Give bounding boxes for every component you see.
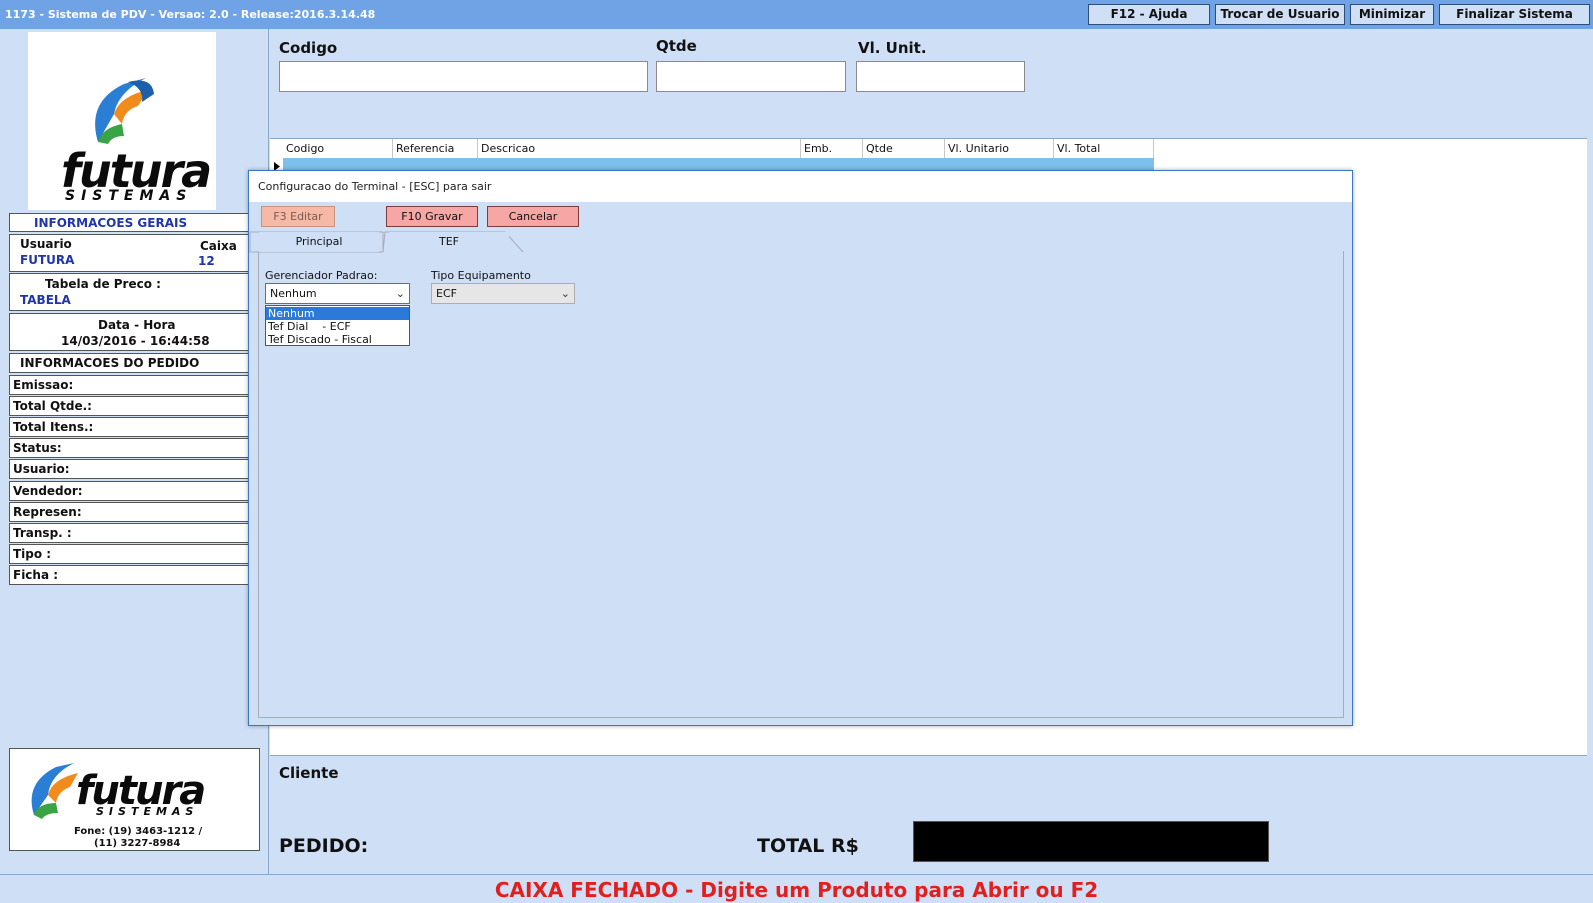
gerenciador-label: Gerenciador Padrao: — [265, 269, 378, 282]
total-display — [913, 821, 1269, 862]
pdv-window: 1173 - Sistema de PDV - Versao: 2.0 - Re… — [0, 0, 1593, 903]
terminal-config-dialog: Configuracao do Terminal - [ESC] para sa… — [248, 170, 1353, 726]
grid-col-vl-total[interactable]: Vl. Total — [1054, 139, 1154, 158]
total-label: TOTAL R$ — [757, 835, 859, 857]
general-info-header: INFORMACOES GERAIS — [9, 213, 249, 232]
grid-col-vl-unitario[interactable]: Vl. Unitario — [945, 139, 1054, 158]
tab-principal[interactable]: Principal — [259, 232, 379, 252]
tef-tab-panel — [258, 251, 1344, 718]
order-row-usuario: Usuario: — [9, 459, 249, 479]
order-row-total-qtde: Total Qtde.: — [9, 396, 249, 416]
grid-col-referencia[interactable]: Referencia — [393, 139, 478, 158]
grid-col-codigo[interactable]: Codigo — [283, 139, 393, 158]
cancel-button[interactable]: Cancelar — [487, 206, 579, 227]
order-info-header: INFORMACOES DO PEDIDO — [9, 353, 249, 373]
status-bar: CAIXA FECHADO - Digite um Produto para A… — [0, 874, 1593, 903]
pedido-label: PEDIDO: — [279, 835, 369, 857]
order-row-label: Status: — [13, 441, 62, 455]
datetime-value: 14/03/2016 - 16:44:58 — [61, 334, 210, 348]
help-button[interactable]: F12 - Ajuda — [1088, 4, 1210, 25]
order-row-ficha: Ficha : — [9, 565, 249, 585]
footer-logo: futura SISTEMAS Fone: (19) 3463-1212 / (… — [9, 748, 260, 851]
company-logo: futura SISTEMAS — [28, 32, 216, 210]
order-info-title: INFORMACOES DO PEDIDO — [20, 356, 200, 370]
option-tef-dial[interactable]: Tef Dial - ECF — [266, 320, 409, 333]
order-row-emissao: Emissao: — [9, 375, 249, 395]
tipo-equipamento-select[interactable]: ECF ⌄ — [431, 283, 575, 304]
title-bar: 1173 - Sistema de PDV - Versao: 2.0 - Re… — [0, 0, 1593, 29]
dialog-title-bar: Configuracao do Terminal - [ESC] para sa… — [249, 171, 1352, 202]
order-row-label: Emissao: — [13, 378, 74, 392]
order-row-label: Vendedor: — [13, 484, 83, 498]
price-table-label: Tabela de Preco : — [45, 277, 161, 291]
grid-col-qtde[interactable]: Qtde — [863, 139, 945, 158]
tipo-equipamento-label: Tipo Equipamento — [431, 269, 531, 282]
cashier-label: Caixa — [200, 239, 237, 253]
order-row-represen: Represen: — [9, 502, 249, 522]
datetime-cell: Data - Hora 14/03/2016 - 16:44:58 — [9, 313, 249, 351]
codigo-label: Codigo — [279, 39, 338, 57]
gerenciador-dropdown: Nenhum Tef Dial - ECF Tef Discado - Fisc… — [265, 305, 410, 346]
tab-tef[interactable]: TEF — [389, 232, 509, 252]
general-info-title: INFORMACOES GERAIS — [34, 216, 188, 230]
grid-col-descricao[interactable]: Descricao — [478, 139, 801, 158]
logo-subtext: SISTEMAS — [65, 188, 193, 204]
qtde-input[interactable] — [656, 61, 846, 92]
phone-line-2: (11) 3227-8984 — [94, 838, 181, 849]
order-row-status: Status: — [9, 438, 249, 458]
left-info-panel: futura SISTEMAS INFORMACOES GERAIS Usuar… — [0, 29, 264, 874]
save-button[interactable]: F10 Gravar — [386, 206, 478, 227]
chevron-down-icon: ⌄ — [560, 287, 570, 300]
order-row-tipo: Tipo : — [9, 544, 249, 564]
grid-col-emb[interactable]: Emb. — [801, 139, 863, 158]
switch-user-button[interactable]: Trocar de Usuario — [1215, 4, 1345, 25]
order-row-vendedor: Vendedor: — [9, 481, 249, 501]
price-table-cell: Tabela de Preco : TABELA — [9, 273, 249, 311]
order-row-label: Ficha : — [13, 568, 59, 582]
chevron-down-icon: ⌄ — [395, 287, 405, 300]
dialog-title: Configuracao do Terminal - [ESC] para sa… — [258, 180, 492, 193]
vl-unit-input[interactable] — [856, 61, 1025, 92]
order-row-transp: Transp. : — [9, 523, 249, 543]
cliente-label: Cliente — [279, 764, 339, 782]
order-row-label: Tipo : — [13, 547, 52, 561]
vl-unit-label: Vl. Unit. — [858, 39, 927, 57]
footer-logo-subtext: SISTEMAS — [96, 805, 199, 818]
tipo-equipamento-value: ECF — [436, 287, 457, 300]
gerenciador-select[interactable]: Nenhum ⌄ — [265, 283, 410, 304]
option-tef-discado[interactable]: Tef Discado - Fiscal — [266, 333, 409, 346]
price-table-value: TABELA — [20, 293, 71, 307]
order-row-label: Total Itens.: — [13, 420, 94, 434]
codigo-input[interactable] — [279, 61, 648, 92]
edit-button[interactable]: F3 Editar — [261, 206, 335, 227]
qtde-label: Qtde — [656, 37, 697, 55]
exit-system-button[interactable]: Finalizar Sistema — [1439, 4, 1590, 25]
user-value: FUTURA — [20, 253, 75, 267]
status-message: CAIXA FECHADO - Digite um Produto para A… — [494, 878, 1099, 902]
gerenciador-value: Nenhum — [270, 287, 317, 300]
order-row-label: Total Qtde.: — [13, 399, 92, 413]
user-cashier-cell: Usuario FUTURA Caixa 12 — [9, 234, 249, 272]
cashier-value: 12 — [198, 254, 215, 268]
user-label: Usuario — [20, 237, 72, 251]
minimize-button[interactable]: Minimizar — [1350, 4, 1434, 25]
order-row-label: Represen: — [13, 505, 82, 519]
order-row-label: Transp. : — [13, 526, 72, 540]
order-row-label: Usuario: — [13, 462, 70, 476]
datetime-label: Data - Hora — [98, 318, 176, 332]
window-title: 1173 - Sistema de PDV - Versao: 2.0 - Re… — [5, 8, 376, 21]
order-row-total-itens: Total Itens.: — [9, 417, 249, 437]
option-nenhum[interactable]: Nenhum — [266, 307, 409, 320]
phone-line-1: Fone: (19) 3463-1212 / — [74, 826, 203, 837]
